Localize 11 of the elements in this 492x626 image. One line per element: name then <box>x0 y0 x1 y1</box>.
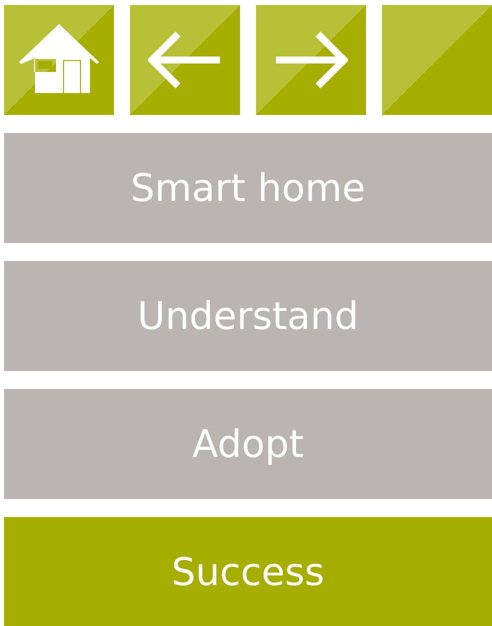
house-icon <box>19 24 99 96</box>
right-arrow-icon <box>274 31 348 89</box>
menu-item[interactable]: Adopt <box>4 389 492 499</box>
menu-item[interactable]: Success <box>4 517 492 626</box>
menu-item[interactable]: Smart home <box>4 133 492 243</box>
back-button[interactable] <box>130 5 240 115</box>
forward-button[interactable] <box>256 5 366 115</box>
menu-item[interactable]: Understand <box>4 261 492 371</box>
blank-tile[interactable] <box>382 5 492 115</box>
home-button[interactable] <box>4 5 114 115</box>
left-arrow-icon <box>148 31 222 89</box>
